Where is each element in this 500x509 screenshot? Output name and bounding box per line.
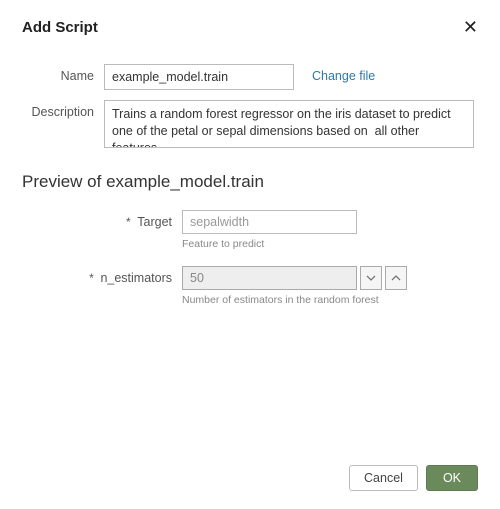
dialog-title: Add Script (22, 19, 98, 36)
spinner-up-button[interactable] (385, 266, 407, 290)
required-marker-icon: * (126, 215, 131, 229)
target-input[interactable] (182, 210, 357, 234)
close-icon[interactable]: ✕ (463, 18, 478, 36)
cancel-button[interactable]: Cancel (349, 465, 418, 491)
param-nestimators-field: Number of estimators in the random fores… (182, 266, 407, 318)
dialog-footer: Cancel OK (349, 465, 478, 491)
target-help-text: Feature to predict (182, 238, 357, 250)
required-marker-icon: * (89, 271, 94, 285)
description-row: Description (22, 100, 478, 148)
ok-button[interactable]: OK (426, 465, 478, 491)
spinner-down-button[interactable] (360, 266, 382, 290)
description-textarea[interactable] (104, 100, 474, 148)
param-target-label-wrap: * Target (22, 210, 182, 229)
nestimators-spinner (182, 266, 407, 290)
description-label: Description (22, 100, 104, 119)
nestimators-input[interactable] (182, 266, 357, 290)
param-nestimators-label-wrap: * n_estimators (22, 266, 182, 285)
param-target-row: * Target Feature to predict (22, 210, 478, 262)
name-label: Name (22, 64, 104, 83)
dialog-header: Add Script ✕ (22, 18, 478, 36)
param-nestimators-label: n_estimators (100, 271, 172, 285)
chevron-down-icon (366, 275, 376, 281)
param-nestimators-row: * n_estimators Number of estimators in t… (22, 266, 478, 318)
change-file-link[interactable]: Change file (312, 64, 375, 83)
nestimators-help-text: Number of estimators in the random fores… (182, 294, 407, 306)
preview-heading: Preview of example_model.train (22, 172, 478, 192)
param-target-field: Feature to predict (182, 210, 357, 262)
chevron-up-icon (391, 275, 401, 281)
name-input[interactable] (104, 64, 294, 90)
param-target-label: Target (137, 215, 172, 229)
name-row: Name Change file (22, 64, 478, 90)
